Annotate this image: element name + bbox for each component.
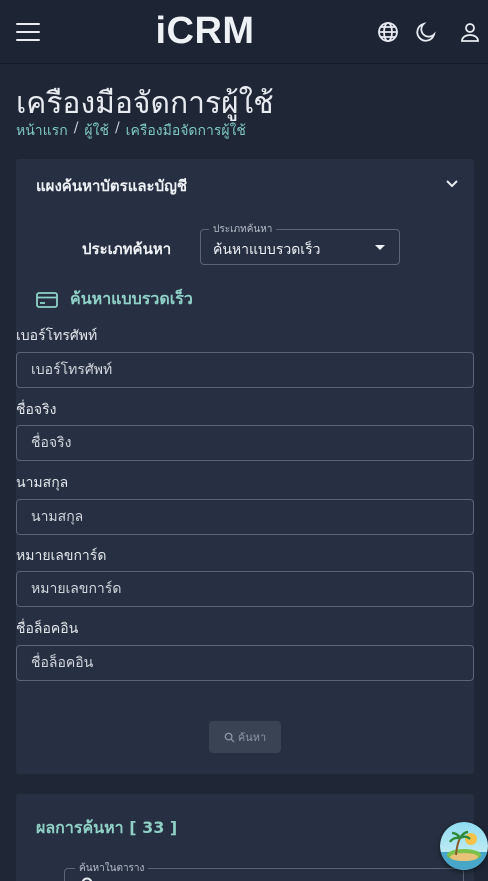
moon-icon[interactable] — [414, 20, 438, 44]
last-name-input[interactable] — [16, 499, 474, 535]
search-type-select[interactable]: ประเภทค้นหา ค้นหาแบบรวดเร็ว — [200, 222, 400, 265]
app-title: iCRM — [155, 10, 255, 52]
search-icon — [224, 732, 235, 743]
results-panel: ผลการค้นหา [ 33 ] ค้นหาในตาราง — [16, 794, 474, 881]
breadcrumb-current[interactable]: เครืองมือจัดการผู้ใช้ — [126, 120, 246, 142]
breadcrumb: หน้าแรก / ผู้ใช้ / เครืองมือจัดการผู้ใช้ — [16, 120, 246, 142]
search-panel-title: แผงค้นหาบัตรและบัญชี — [36, 177, 188, 195]
search-type-legend: ประเภทค้นหา — [209, 222, 277, 237]
search-panel-header[interactable]: แผงค้นหาบัตรและบัญชี — [16, 159, 474, 207]
first-name-label: ชื่อจริง — [16, 402, 57, 418]
globe-icon[interactable] — [376, 20, 400, 44]
app-bar: iCRM — [0, 0, 488, 64]
quick-search-title: ค้นหาแบบรวดเร็ว — [70, 289, 193, 308]
table-search-input[interactable]: ค้นหาในตาราง — [64, 861, 464, 881]
breadcrumb-home[interactable]: หน้าแรก — [16, 120, 68, 142]
card-number-label: หมายเลขการ์ด — [16, 548, 107, 564]
search-panel: แผงค้นหาบัตรและบัญชี ประเภทค้นหา ประเภทค… — [16, 159, 474, 774]
results-title: ผลการค้นหา [ 33 ] — [36, 818, 178, 837]
island-avatar-icon[interactable] — [440, 822, 488, 870]
phone-label: เบอร์โทรศัพท์ — [16, 328, 98, 344]
search-button-label: ค้นหา — [237, 731, 267, 744]
phone-input[interactable] — [16, 352, 474, 388]
search-icon — [81, 877, 93, 881]
credit-card-icon — [36, 291, 58, 308]
breadcrumb-users[interactable]: ผู้ใช้ — [84, 120, 109, 142]
breadcrumb-separator: / — [73, 120, 79, 136]
chevron-down-icon[interactable] — [442, 173, 462, 193]
first-name-input[interactable] — [16, 425, 474, 461]
search-type-value: ค้นหาแบบรวดเร็ว — [213, 242, 321, 258]
user-icon[interactable] — [458, 20, 482, 44]
search-button[interactable]: ค้นหา — [209, 721, 281, 753]
login-name-label: ชื่อล็อคอิน — [16, 621, 79, 637]
caret-down-icon — [375, 245, 385, 250]
search-type-label: ประเภทค้นหา — [82, 240, 172, 258]
island-scene-icon — [440, 822, 488, 870]
last-name-label: นามสกุล — [16, 475, 69, 491]
login-name-input[interactable] — [16, 645, 474, 681]
breadcrumb-separator: / — [114, 120, 120, 136]
table-search-legend: ค้นหาในตาราง — [75, 861, 149, 876]
card-number-input[interactable] — [16, 571, 474, 607]
quick-search-heading: ค้นหาแบบรวดเร็ว — [36, 287, 193, 312]
